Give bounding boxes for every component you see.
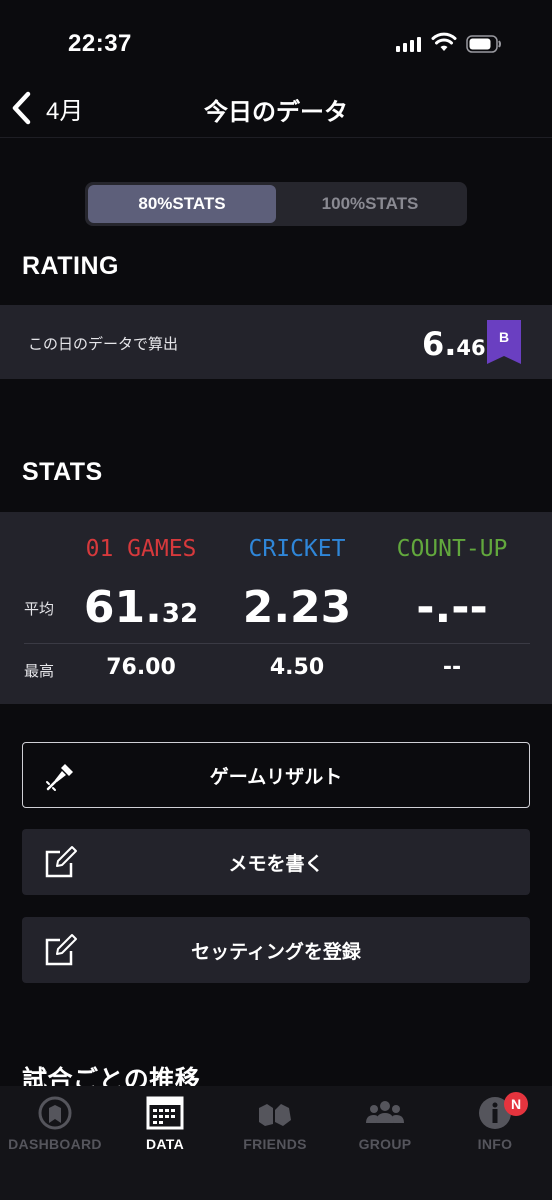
stats-divider (24, 643, 530, 644)
rating-label: この日のデータで算出 (28, 336, 179, 353)
tab-data-label: DATA (145, 1136, 184, 1152)
tab-dashboard-label: DASHBOARD (8, 1136, 102, 1152)
tab-group-label: GROUP (358, 1136, 412, 1152)
edit-icon (45, 934, 77, 966)
status-bar: 22:37 (0, 0, 552, 80)
battery-icon (466, 35, 501, 53)
average-count-up-value: -.-- (416, 582, 488, 633)
rating-class-badge: B (487, 320, 521, 364)
group-icon (366, 1101, 404, 1123)
dashboard-icon (38, 1096, 72, 1130)
column-header-01-games: 01 GAMES (85, 536, 197, 562)
max-01-games: 76.00 (106, 655, 176, 680)
column-header-cricket: CRICKET (248, 536, 346, 562)
stats-mode-segmented-control: 80%STATS 100%STATS (85, 182, 467, 226)
edit-icon (45, 846, 77, 878)
tab-dashboard[interactable]: DASHBOARD (0, 1096, 110, 1156)
register-setting-button[interactable]: セッティングを登録 (22, 917, 530, 983)
tab-info-label: INFO (477, 1136, 513, 1152)
status-time: 22:37 (68, 30, 132, 57)
column-header-count-up: COUNT-UP (396, 536, 508, 562)
tab-100-stats[interactable]: 100%STATS (276, 185, 464, 223)
stats-panel: 01 GAMES CRICKET COUNT-UP 平均 61.32 2.23 … (0, 512, 552, 704)
rating-row: この日のデータで算出 6.46 B (0, 305, 552, 379)
rating-section-title: RATING (22, 252, 119, 280)
tab-bar: DASHBOARD DATA FRIENDS GROUP INFO N (0, 1086, 552, 1200)
rating-value-decimal: 46 (456, 336, 486, 360)
average-01-games-integer: 61. (83, 582, 162, 633)
rating-value: 6.46 (422, 325, 486, 363)
game-result-button[interactable]: ゲームリザルト (22, 742, 530, 808)
wifi-icon (431, 32, 457, 51)
tab-friends[interactable]: FRIENDS (220, 1096, 330, 1156)
game-result-label: ゲームリザルト (209, 766, 343, 788)
write-memo-button[interactable]: メモを書く (22, 829, 530, 895)
tab-80-stats[interactable]: 80%STATS (88, 185, 276, 223)
register-setting-label: セッティングを登録 (191, 941, 361, 963)
rating-class-letter: B (498, 329, 510, 345)
rating-value-integer: 6. (422, 325, 457, 363)
average-cricket-value: 2.23 (242, 582, 352, 633)
max-cricket: 4.50 (269, 655, 325, 680)
navigation-bar: 4月 今日のデータ (0, 80, 552, 138)
average-01-games-decimal: 32 (161, 599, 199, 629)
page-title: 今日のデータ (204, 99, 348, 126)
stats-section-title: STATS (22, 458, 103, 486)
friends-icon (259, 1104, 291, 1126)
tab-friends-label: FRIENDS (243, 1136, 307, 1152)
write-memo-label: メモを書く (228, 853, 324, 875)
notification-badge: N (504, 1092, 528, 1116)
max-count-up: -- (442, 655, 462, 680)
dart-icon (46, 764, 73, 791)
cellular-signal-icon (396, 36, 424, 52)
average-cricket: 2.23 (222, 582, 372, 633)
average-count-up: -.-- (377, 582, 527, 633)
tab-group[interactable]: GROUP (330, 1096, 440, 1156)
row-label-max: 最高 (24, 663, 55, 680)
calendar-icon (146, 1096, 184, 1130)
tab-data[interactable]: DATA (110, 1096, 220, 1156)
tab-info[interactable]: INFO N (440, 1092, 550, 1156)
row-label-average: 平均 (24, 601, 55, 618)
average-01-games: 61.32 (66, 582, 216, 633)
